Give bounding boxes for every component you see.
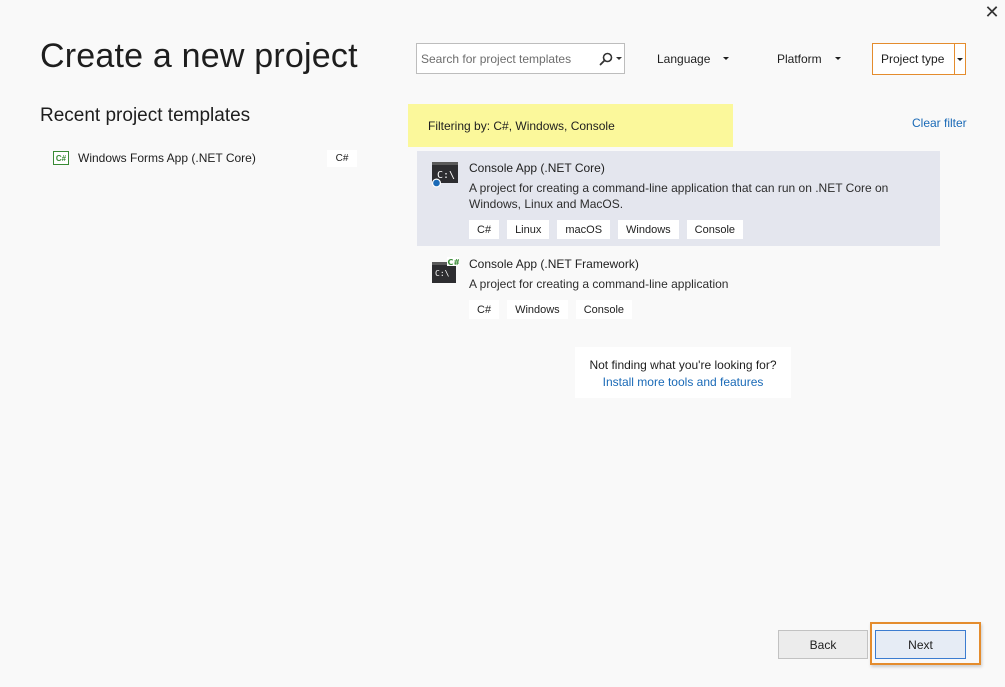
- svg-text:C:\: C:\: [435, 269, 450, 278]
- platform-filter-label: Platform: [777, 51, 822, 66]
- filter-status-text: Filtering by: C#, Windows, Console: [428, 118, 615, 133]
- platform-filter-dropdown[interactable]: Platform: [777, 43, 841, 74]
- template-console-app-core[interactable]: C:\ Console App (.NET Core) A project fo…: [417, 151, 940, 246]
- tag-console: Console: [686, 220, 744, 239]
- chevron-down-icon: [834, 57, 841, 60]
- recent-template-language-tag: C#: [327, 150, 357, 167]
- recent-template-item[interactable]: C# Windows Forms App (.NET Core) C#: [50, 146, 360, 170]
- csharp-project-icon: C#: [53, 151, 69, 165]
- tag-linux: Linux: [507, 220, 550, 239]
- svg-text:C:\: C:\: [437, 170, 455, 181]
- clear-filter-link[interactable]: Clear filter: [912, 116, 967, 130]
- tag-windows: Windows: [507, 300, 568, 319]
- close-icon: ✕: [984, 1, 1000, 22]
- search-icon[interactable]: [599, 52, 613, 66]
- template-description: A project for creating a command-line ap…: [469, 277, 729, 291]
- svg-text:C#: C#: [448, 258, 460, 267]
- tag-windows: Windows: [618, 220, 679, 239]
- tag-macos: macOS: [557, 220, 611, 239]
- recent-templates-heading: Recent project templates: [40, 105, 251, 126]
- template-description: A project for creating a command-line ap…: [469, 181, 889, 211]
- dropdown-separator: [954, 44, 955, 74]
- not-finding-text: Not finding what you're looking for?: [589, 358, 777, 372]
- project-type-filter-label: Project type: [881, 52, 945, 66]
- template-console-app-framework[interactable]: C:\ C# Console App (.NET Framework) A pr…: [417, 247, 940, 322]
- console-app-core-icon: C:\: [432, 162, 458, 188]
- chevron-down-icon: [723, 57, 730, 60]
- next-button[interactable]: Next: [875, 630, 966, 659]
- template-name: Console App (.NET Framework): [469, 257, 639, 271]
- page-title: Create a new project: [40, 37, 358, 75]
- template-search-box[interactable]: [416, 43, 625, 74]
- install-more-tools-link[interactable]: Install more tools and features: [575, 375, 791, 389]
- template-name: Console App (.NET Core): [469, 161, 605, 175]
- console-app-framework-icon: C:\ C#: [432, 257, 460, 283]
- recent-template-label: Windows Forms App (.NET Core): [78, 151, 256, 165]
- back-button[interactable]: Back: [778, 630, 868, 659]
- tag-console: Console: [575, 300, 633, 319]
- close-button[interactable]: ✕: [982, 2, 1002, 22]
- project-type-filter-dropdown[interactable]: Project type: [872, 43, 966, 75]
- tag-csharp: C#: [469, 300, 500, 319]
- template-tags: C# Linux macOS Windows Console: [469, 220, 744, 239]
- template-tags: C# Windows Console: [469, 300, 633, 319]
- chevron-down-icon[interactable]: [957, 58, 963, 61]
- not-finding-panel: Not finding what you're looking for? Ins…: [575, 347, 791, 398]
- search-input[interactable]: [421, 51, 591, 66]
- filter-status-banner: Filtering by: C#, Windows, Console: [408, 104, 733, 147]
- language-filter-dropdown[interactable]: Language: [657, 43, 730, 74]
- search-options-caret-icon[interactable]: [616, 57, 622, 60]
- tag-csharp: C#: [469, 220, 500, 239]
- language-filter-label: Language: [657, 51, 711, 66]
